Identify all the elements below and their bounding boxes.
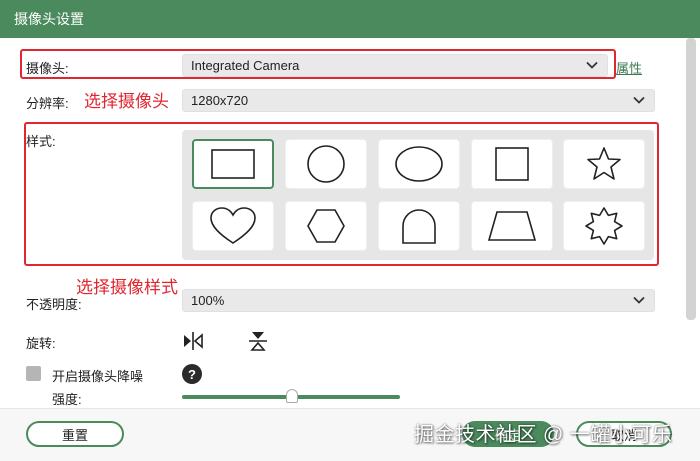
opacity-select-value: 100% [191,293,225,308]
camera-settings-window: 摄像头设置 摄像头: Integrated Camera 属性 分辨率: 选择摄… [0,0,700,461]
annotation-select-camera: 选择摄像头 [84,92,169,111]
window-title: 摄像头设置 [14,11,84,27]
flip-vertical-icon [249,332,267,351]
annotation-box-style [24,122,659,266]
resolution-select[interactable]: 1280x720 [182,89,655,112]
annotation-select-style: 选择摄像样式 [76,278,178,297]
flip-horizontal-button[interactable] [182,330,204,352]
opacity-label: 不透明度: [26,297,82,312]
noise-reduction-label: 开启摄像头降噪 [52,369,144,384]
chevron-down-icon [633,296,645,304]
chevron-down-icon [633,96,645,104]
reset-button[interactable]: 重置 [26,421,124,447]
resolution-label: 分辨率: [26,96,69,111]
reset-button-label: 重置 [61,427,88,443]
strength-slider-thumb[interactable] [286,389,298,403]
watermark-text: 掘金技术社区 @ 一罐小可乐 [414,424,673,446]
annotation-box-camera [20,49,616,79]
resolution-select-value: 1280x720 [191,93,249,108]
scrollbar[interactable] [686,38,696,320]
noise-reduction-checkbox[interactable] [26,366,41,381]
title-bar: 摄像头设置 [0,0,700,38]
strength-label: 强度: [52,392,82,407]
help-icon[interactable]: ? [182,364,202,384]
camera-properties-link[interactable]: 属性 [616,58,642,77]
flip-horizontal-icon [184,332,203,350]
flip-vertical-button[interactable] [247,330,269,352]
opacity-select[interactable]: 100% [182,289,655,312]
rotation-label: 旋转: [26,336,56,351]
